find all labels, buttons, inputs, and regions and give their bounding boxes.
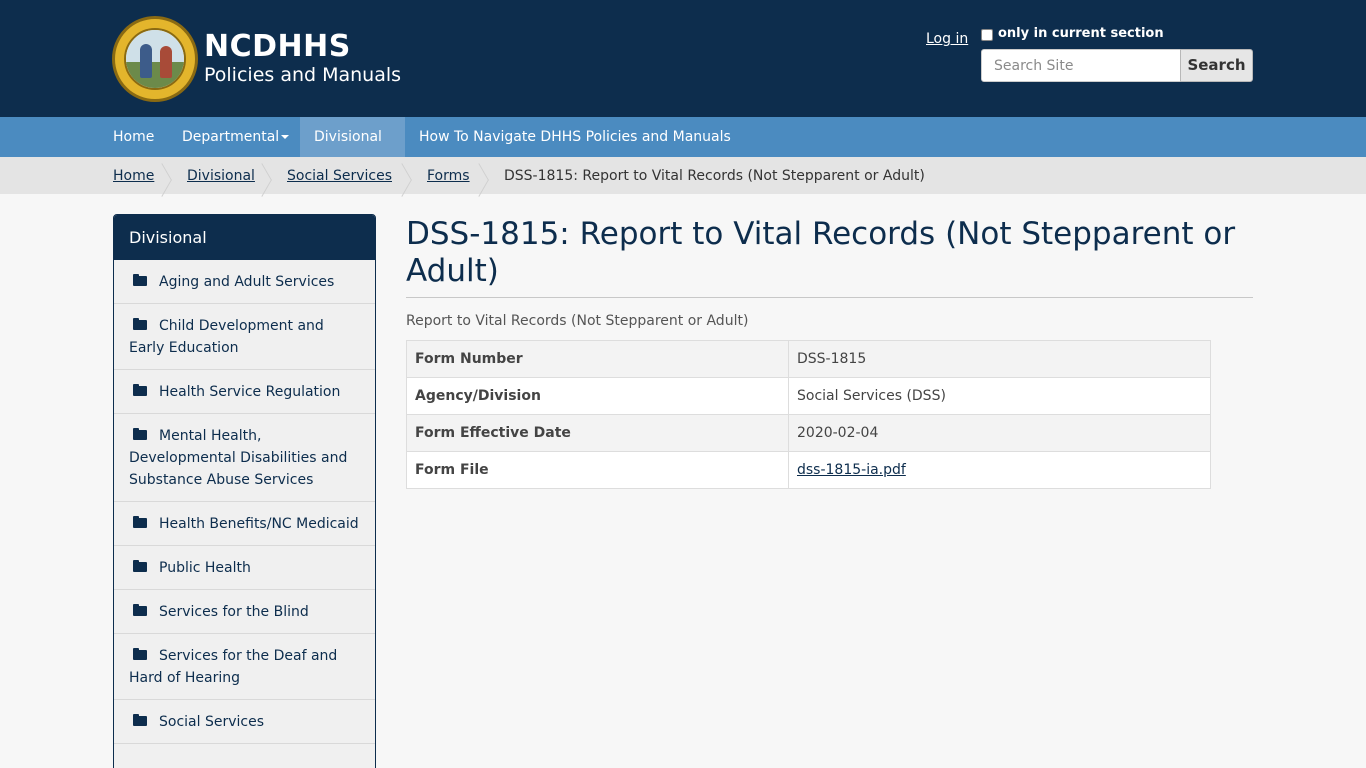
folder-icon bbox=[133, 516, 147, 528]
folder-icon bbox=[133, 428, 147, 440]
table-cell-label: Form Number bbox=[406, 340, 789, 378]
nav-item-label: How To Navigate DHHS Policies and Manual… bbox=[419, 129, 731, 145]
site-header: NCDHHS Policies and Manuals Log in only … bbox=[0, 0, 1366, 117]
search-input[interactable]: Search Site bbox=[981, 49, 1181, 82]
sidebar-item-social-services[interactable]: Social Services bbox=[114, 700, 375, 744]
folder-icon bbox=[133, 384, 147, 396]
breadcrumb-current: DSS-1815: Report to Vital Records (Not S… bbox=[504, 168, 925, 184]
table-row: Agency/Division Social Services (DSS) bbox=[406, 377, 1211, 415]
sidebar-item-label: Services for the Blind bbox=[159, 604, 309, 620]
form-info-table: Form Number DSS-1815 Agency/Division Soc… bbox=[406, 340, 1211, 489]
breadcrumb-divisional[interactable]: Divisional bbox=[187, 167, 255, 185]
title-divider bbox=[406, 297, 1253, 298]
sidebar-item-label: Services for the Deaf and Hard of Hearin… bbox=[129, 648, 338, 686]
folder-icon bbox=[133, 604, 147, 616]
nav-item-label: Divisional bbox=[314, 129, 382, 145]
table-row: Form File dss-1815-ia.pdf bbox=[406, 451, 1211, 489]
folder-icon bbox=[133, 274, 147, 286]
page-description: Report to Vital Records (Not Stepparent … bbox=[406, 313, 749, 329]
seal-inner bbox=[124, 28, 186, 90]
current-section-label: only in current section bbox=[998, 26, 1164, 41]
sidebar-item-aging[interactable]: Aging and Adult Services bbox=[114, 260, 375, 304]
state-seal-logo[interactable] bbox=[112, 16, 198, 102]
nav-item-departmental[interactable]: Departmental bbox=[168, 117, 303, 157]
table-cell-label: Form Effective Date bbox=[406, 414, 789, 452]
breadcrumb-home[interactable]: Home bbox=[113, 167, 154, 185]
table-cell-value: Social Services (DSS) bbox=[788, 377, 1211, 415]
sidebar: Divisional Aging and Adult Services Chil… bbox=[113, 214, 376, 768]
breadcrumb-social-services[interactable]: Social Services bbox=[287, 167, 392, 185]
sidebar-item-health-benefits[interactable]: Health Benefits/NC Medicaid bbox=[114, 502, 375, 546]
nav-item-divisional[interactable]: Divisional bbox=[300, 117, 405, 179]
table-cell-label: Agency/Division bbox=[406, 377, 789, 415]
folder-icon bbox=[133, 714, 147, 726]
nav-item-how-to-navigate[interactable]: How To Navigate DHHS Policies and Manual… bbox=[405, 117, 745, 157]
page-title: DSS-1815: Report to Vital Records (Not S… bbox=[406, 216, 1236, 289]
sidebar-item-label: Social Services bbox=[159, 714, 264, 730]
breadcrumb-separator bbox=[166, 157, 180, 194]
folder-icon bbox=[133, 560, 147, 572]
table-cell-value: dss-1815-ia.pdf bbox=[788, 451, 1211, 489]
breadcrumb-separator bbox=[483, 157, 497, 194]
sidebar-item-label: Child Development and Early Education bbox=[129, 318, 324, 356]
caret-down-icon bbox=[281, 135, 290, 139]
folder-icon bbox=[133, 318, 147, 330]
folder-icon bbox=[133, 648, 147, 660]
table-cell-label: Form File bbox=[406, 451, 789, 489]
sidebar-item-public-health[interactable]: Public Health bbox=[114, 546, 375, 590]
sidebar-item-health-service-regulation[interactable]: Health Service Regulation bbox=[114, 370, 375, 414]
nav-item-label: Home bbox=[113, 129, 155, 145]
table-cell-value: DSS-1815 bbox=[788, 340, 1211, 378]
breadcrumb-separator bbox=[266, 157, 280, 194]
sidebar-item-label: Health Benefits/NC Medicaid bbox=[159, 516, 359, 532]
sidebar-title[interactable]: Divisional bbox=[114, 215, 375, 260]
sidebar-item-mental-health[interactable]: Mental Health, Developmental Disabilitie… bbox=[114, 414, 375, 502]
table-row: Form Number DSS-1815 bbox=[406, 340, 1211, 378]
sidebar-item-label: Health Service Regulation bbox=[159, 384, 341, 400]
form-file-link[interactable]: dss-1815-ia.pdf bbox=[797, 462, 906, 478]
sidebar-item-label: Mental Health, Developmental Disabilitie… bbox=[129, 428, 348, 488]
breadcrumb-forms[interactable]: Forms bbox=[427, 167, 470, 185]
breadcrumb: Home Divisional Social Services Forms DS… bbox=[0, 157, 1366, 194]
nav-item-home[interactable]: Home bbox=[99, 117, 168, 157]
sidebar-item-services-blind[interactable]: Services for the Blind bbox=[114, 590, 375, 634]
login-link[interactable]: Log in bbox=[926, 31, 968, 47]
brand-title[interactable]: NCDHHS bbox=[204, 30, 351, 64]
current-section-checkbox[interactable] bbox=[981, 29, 993, 41]
table-cell-value: 2020-02-04 bbox=[788, 414, 1211, 452]
main-nav: Home Departmental Divisional How To Navi… bbox=[0, 117, 1366, 179]
sidebar-item-child-development[interactable]: Child Development and Early Education bbox=[114, 304, 375, 370]
breadcrumb-separator bbox=[406, 157, 420, 194]
sidebar-item-label: Aging and Adult Services bbox=[159, 274, 335, 290]
sidebar-item-label: Public Health bbox=[159, 560, 251, 576]
table-row: Form Effective Date 2020-02-04 bbox=[406, 414, 1211, 452]
search-button[interactable]: Search bbox=[1180, 49, 1253, 82]
nav-item-label: Departmental bbox=[182, 129, 280, 145]
brand-subtitle[interactable]: Policies and Manuals bbox=[204, 63, 401, 87]
sidebar-item-services-deaf[interactable]: Services for the Deaf and Hard of Hearin… bbox=[114, 634, 375, 700]
current-section-option[interactable]: only in current section bbox=[981, 26, 1164, 41]
